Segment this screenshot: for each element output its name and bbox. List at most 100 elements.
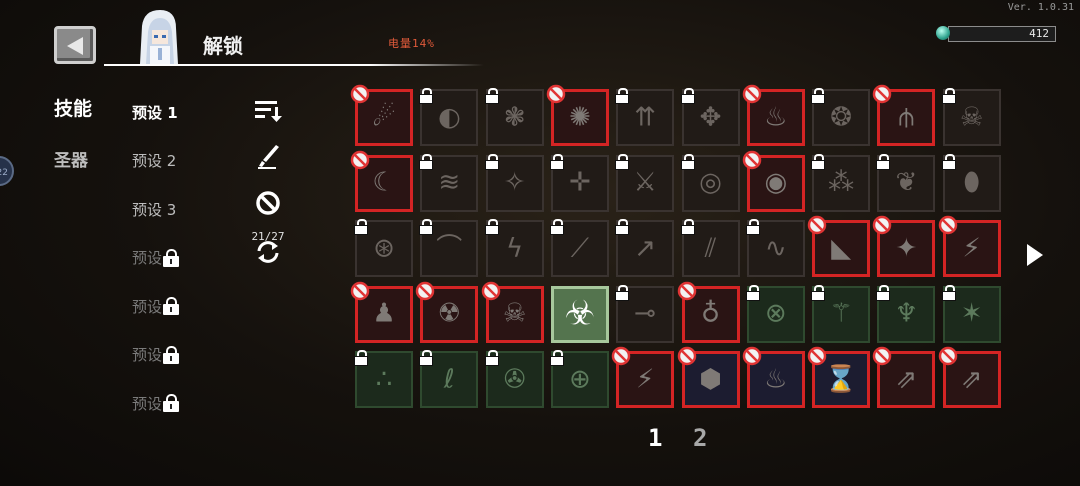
skill-slot[interactable]: ☣	[550, 285, 609, 343]
skill-icon: ⬢	[699, 363, 722, 394]
skill-slot[interactable]: ⟋	[549, 219, 609, 277]
skill-slot[interactable]: ✶	[941, 284, 1001, 343]
skill-icon: ⬮	[963, 167, 980, 198]
skill-slot[interactable]: ⫽	[680, 219, 740, 277]
preset-item-4[interactable]: 预设	[132, 234, 202, 283]
brush-icon[interactable]	[253, 142, 283, 170]
next-page-arrow[interactable]	[1027, 244, 1043, 266]
lock-icon	[163, 248, 180, 267]
skill-slot[interactable]: ℓ	[419, 350, 479, 408]
skill-icon: ◎	[699, 167, 722, 198]
preset-item-6[interactable]: 预设	[132, 331, 202, 380]
lock-icon	[419, 153, 434, 171]
skill-slot[interactable]: ❃	[484, 88, 544, 146]
skill-slot[interactable]: ☠	[941, 88, 1001, 146]
skill-slot[interactable]: ✧	[484, 153, 544, 212]
sort-icon[interactable]	[253, 96, 283, 124]
category-skill-tab[interactable]: 技能	[54, 94, 92, 121]
lock-icon	[680, 88, 696, 105]
skill-slot[interactable]: ◎	[680, 153, 740, 212]
preset-item-8[interactable]: 预设	[132, 428, 202, 441]
preset-item-2[interactable]: 预设 2	[132, 137, 202, 186]
lock-icon	[680, 219, 696, 236]
skill-slot[interactable]: ⇈	[615, 88, 675, 146]
skill-slot[interactable]: ✦	[873, 215, 936, 277]
preset-list: 预设 1预设 2预设 3预设预设预设预设预设	[132, 88, 202, 440]
skill-slot[interactable]: ✺	[546, 84, 609, 146]
skill-slot[interactable]: ⫛	[873, 84, 936, 146]
skill-slot[interactable]: ⊕	[549, 350, 609, 408]
page-2-button[interactable]: 2	[693, 424, 707, 452]
skill-slot[interactable]: ↗	[615, 219, 675, 277]
skill-slot[interactable]: ⁂	[811, 153, 871, 212]
skill-slot[interactable]: ⚡	[611, 346, 675, 408]
skill-slot[interactable]: ◐	[419, 88, 479, 146]
currency-display: 412	[936, 24, 1058, 44]
preset-item-7[interactable]: 预设	[132, 379, 202, 428]
skill-slot[interactable]: ♆	[876, 284, 936, 343]
skill-slot[interactable]: ♁	[677, 281, 740, 343]
skill-slot[interactable]: ✛	[549, 153, 609, 212]
skill-slot[interactable]: ❂	[811, 88, 871, 146]
preset-item-5[interactable]: 预设	[132, 282, 202, 331]
skill-slot[interactable]: ♨	[742, 346, 805, 408]
lock-icon	[419, 350, 434, 367]
skill-icon: ↗	[634, 232, 657, 263]
page-1-button[interactable]: 1	[648, 424, 662, 452]
skill-slot[interactable]: ⬮	[941, 153, 1001, 212]
skill-icon: ⊕	[568, 363, 591, 394]
preset-label: 预设	[132, 297, 163, 316]
skill-slot[interactable]: ☢	[416, 281, 479, 343]
skill-slot[interactable]: ⊗	[745, 284, 805, 343]
skill-slot[interactable]: ∿	[745, 219, 805, 277]
lock-icon	[615, 284, 630, 302]
skill-slot[interactable]: ☄	[350, 84, 413, 146]
skill-slot[interactable]: ⇗	[938, 346, 1001, 408]
skill-slot[interactable]: ☠	[481, 281, 544, 343]
side-badge[interactable]: 22	[0, 156, 14, 186]
skill-slot[interactable]: ⚔	[615, 153, 675, 212]
skill-slot[interactable]: ❦	[876, 153, 936, 212]
ban-icon	[938, 346, 957, 366]
skill-slot[interactable]: ⊛	[354, 219, 413, 277]
lock-icon	[680, 153, 696, 171]
skill-slot[interactable]: ⬢	[677, 346, 740, 408]
back-button[interactable]	[54, 26, 96, 64]
skill-slot[interactable]: ∴	[354, 350, 413, 408]
skill-slot[interactable]: ◣	[807, 215, 871, 277]
skill-slot[interactable]: ✇	[484, 350, 544, 408]
skill-slot[interactable]: ≋	[419, 153, 479, 212]
ban-icon[interactable]	[255, 190, 281, 216]
lock-icon	[941, 153, 957, 171]
skill-icon: ☣	[564, 293, 596, 334]
ban-icon	[350, 84, 370, 104]
gem-icon	[936, 26, 950, 40]
skill-slot[interactable]: ⊸	[615, 284, 675, 343]
skill-slot[interactable]: ⌒	[419, 219, 479, 277]
skill-slot[interactable]: ♟	[350, 281, 413, 343]
preset-label: 预设 3	[132, 200, 177, 219]
skill-slot[interactable]: ◉	[742, 150, 805, 212]
lock-icon	[163, 297, 180, 316]
skill-slot[interactable]: ⚚	[811, 284, 871, 343]
ban-icon	[350, 281, 370, 300]
lock-icon	[876, 153, 891, 171]
preset-item-1[interactable]: 预设 1	[132, 88, 202, 137]
skill-icon: ⇈	[634, 101, 657, 132]
skill-slot[interactable]: ϟ	[484, 219, 544, 277]
lock-icon	[484, 88, 500, 105]
preset-item-3[interactable]: 预设 3	[132, 185, 202, 234]
lock-icon	[354, 219, 369, 236]
category-relic-tab[interactable]: 圣器	[54, 146, 88, 171]
ban-icon	[677, 281, 696, 300]
ban-icon	[416, 281, 435, 300]
lock-icon	[615, 219, 630, 236]
skill-slot[interactable]: ⌛	[807, 346, 871, 408]
ban-icon	[938, 215, 957, 235]
skill-icon: ❃	[503, 101, 526, 132]
skill-slot[interactable]: ✥	[680, 88, 740, 146]
skill-slot[interactable]: ⚡	[938, 215, 1001, 277]
skill-slot[interactable]: ☾	[350, 150, 413, 212]
skill-slot[interactable]: ⇗	[873, 346, 936, 408]
skill-slot[interactable]: ♨	[742, 84, 805, 146]
